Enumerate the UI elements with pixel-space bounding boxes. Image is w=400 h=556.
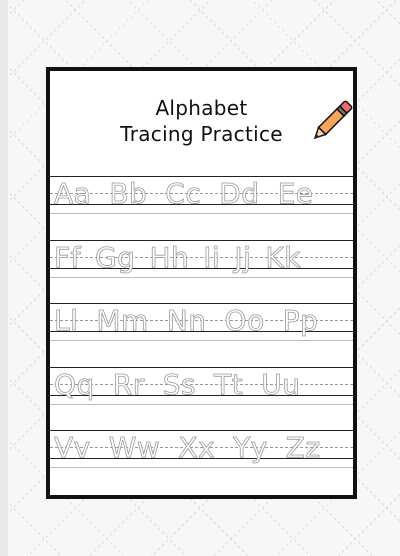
traceable-letter-pair: Aa [54,177,92,210]
letter-group: Aa Bb Cc Dd Ee [54,177,353,210]
guide-line-pad [50,213,353,214]
traceable-letter-pair: Xx [178,431,216,464]
traceable-letter-pair: Ii [203,241,221,274]
traceable-letter-pair: Tt [214,368,244,401]
traceable-letter-pair: Cc [165,177,202,210]
traceable-letter-pair: Ss [162,368,197,401]
traceable-letter-pair: Qq [54,368,95,401]
traceable-letter-pair: Ff [54,241,81,274]
traceable-letter-pair: Mm [96,304,149,337]
tracing-row: Aa Bb Cc Dd Ee [50,176,353,214]
guide-line-pad [50,467,353,468]
traceable-letter-pair: Vv [54,431,91,464]
tracing-row: Ll Mm Nn Oo Pp [50,303,353,341]
traceable-letter-pair: Uu [261,368,301,401]
guide-line-pad [50,340,353,341]
traceable-letter-pair: Ww [108,431,161,464]
traceable-letter-pair: Rr [112,368,145,401]
traceable-letter-pair: Ee [277,177,314,210]
tracing-row: Ff Gg Hh Ii Jj Kk [50,240,353,278]
traceable-letter-pair: Oo [224,304,265,337]
left-edge-shadow [0,0,8,556]
tracing-row: Vv Ww Xx Yy Zz [50,430,353,468]
traceable-letter-pair: Gg [94,241,136,274]
guide-line-pad [50,404,353,405]
letter-group: Ll Mm Nn Oo Pp [54,304,353,337]
guide-line-pad [50,277,353,278]
guide-line-top [50,367,353,368]
traceable-letter-pair: Ll [54,304,79,337]
letter-group: Vv Ww Xx Yy Zz [54,431,353,464]
traceable-letter-pair: Pp [282,304,319,337]
traceable-letter-pair: Nn [166,304,207,337]
traceable-letter-pair: Dd [219,177,260,210]
worksheet-page: Alphabet Tracing Practice Aa Bb Cc Dd Ee Ff Gg… [46,67,357,499]
letter-group: Qq Rr Ss Tt Uu [54,368,353,401]
letter-group: Ff Gg Hh Ii Jj Kk [54,241,353,274]
traceable-letter-pair: Kk [265,241,301,274]
pencil-icon [313,100,353,140]
traceable-letter-pair: Zz [285,431,321,464]
traceable-letter-pair: Jj [234,241,252,274]
traceable-letter-pair: Hh [149,241,190,274]
tracing-row: Qq Rr Ss Tt Uu [50,367,353,405]
traceable-letter-pair: Yy [233,431,268,464]
traceable-letter-pair: Bb [109,177,148,210]
